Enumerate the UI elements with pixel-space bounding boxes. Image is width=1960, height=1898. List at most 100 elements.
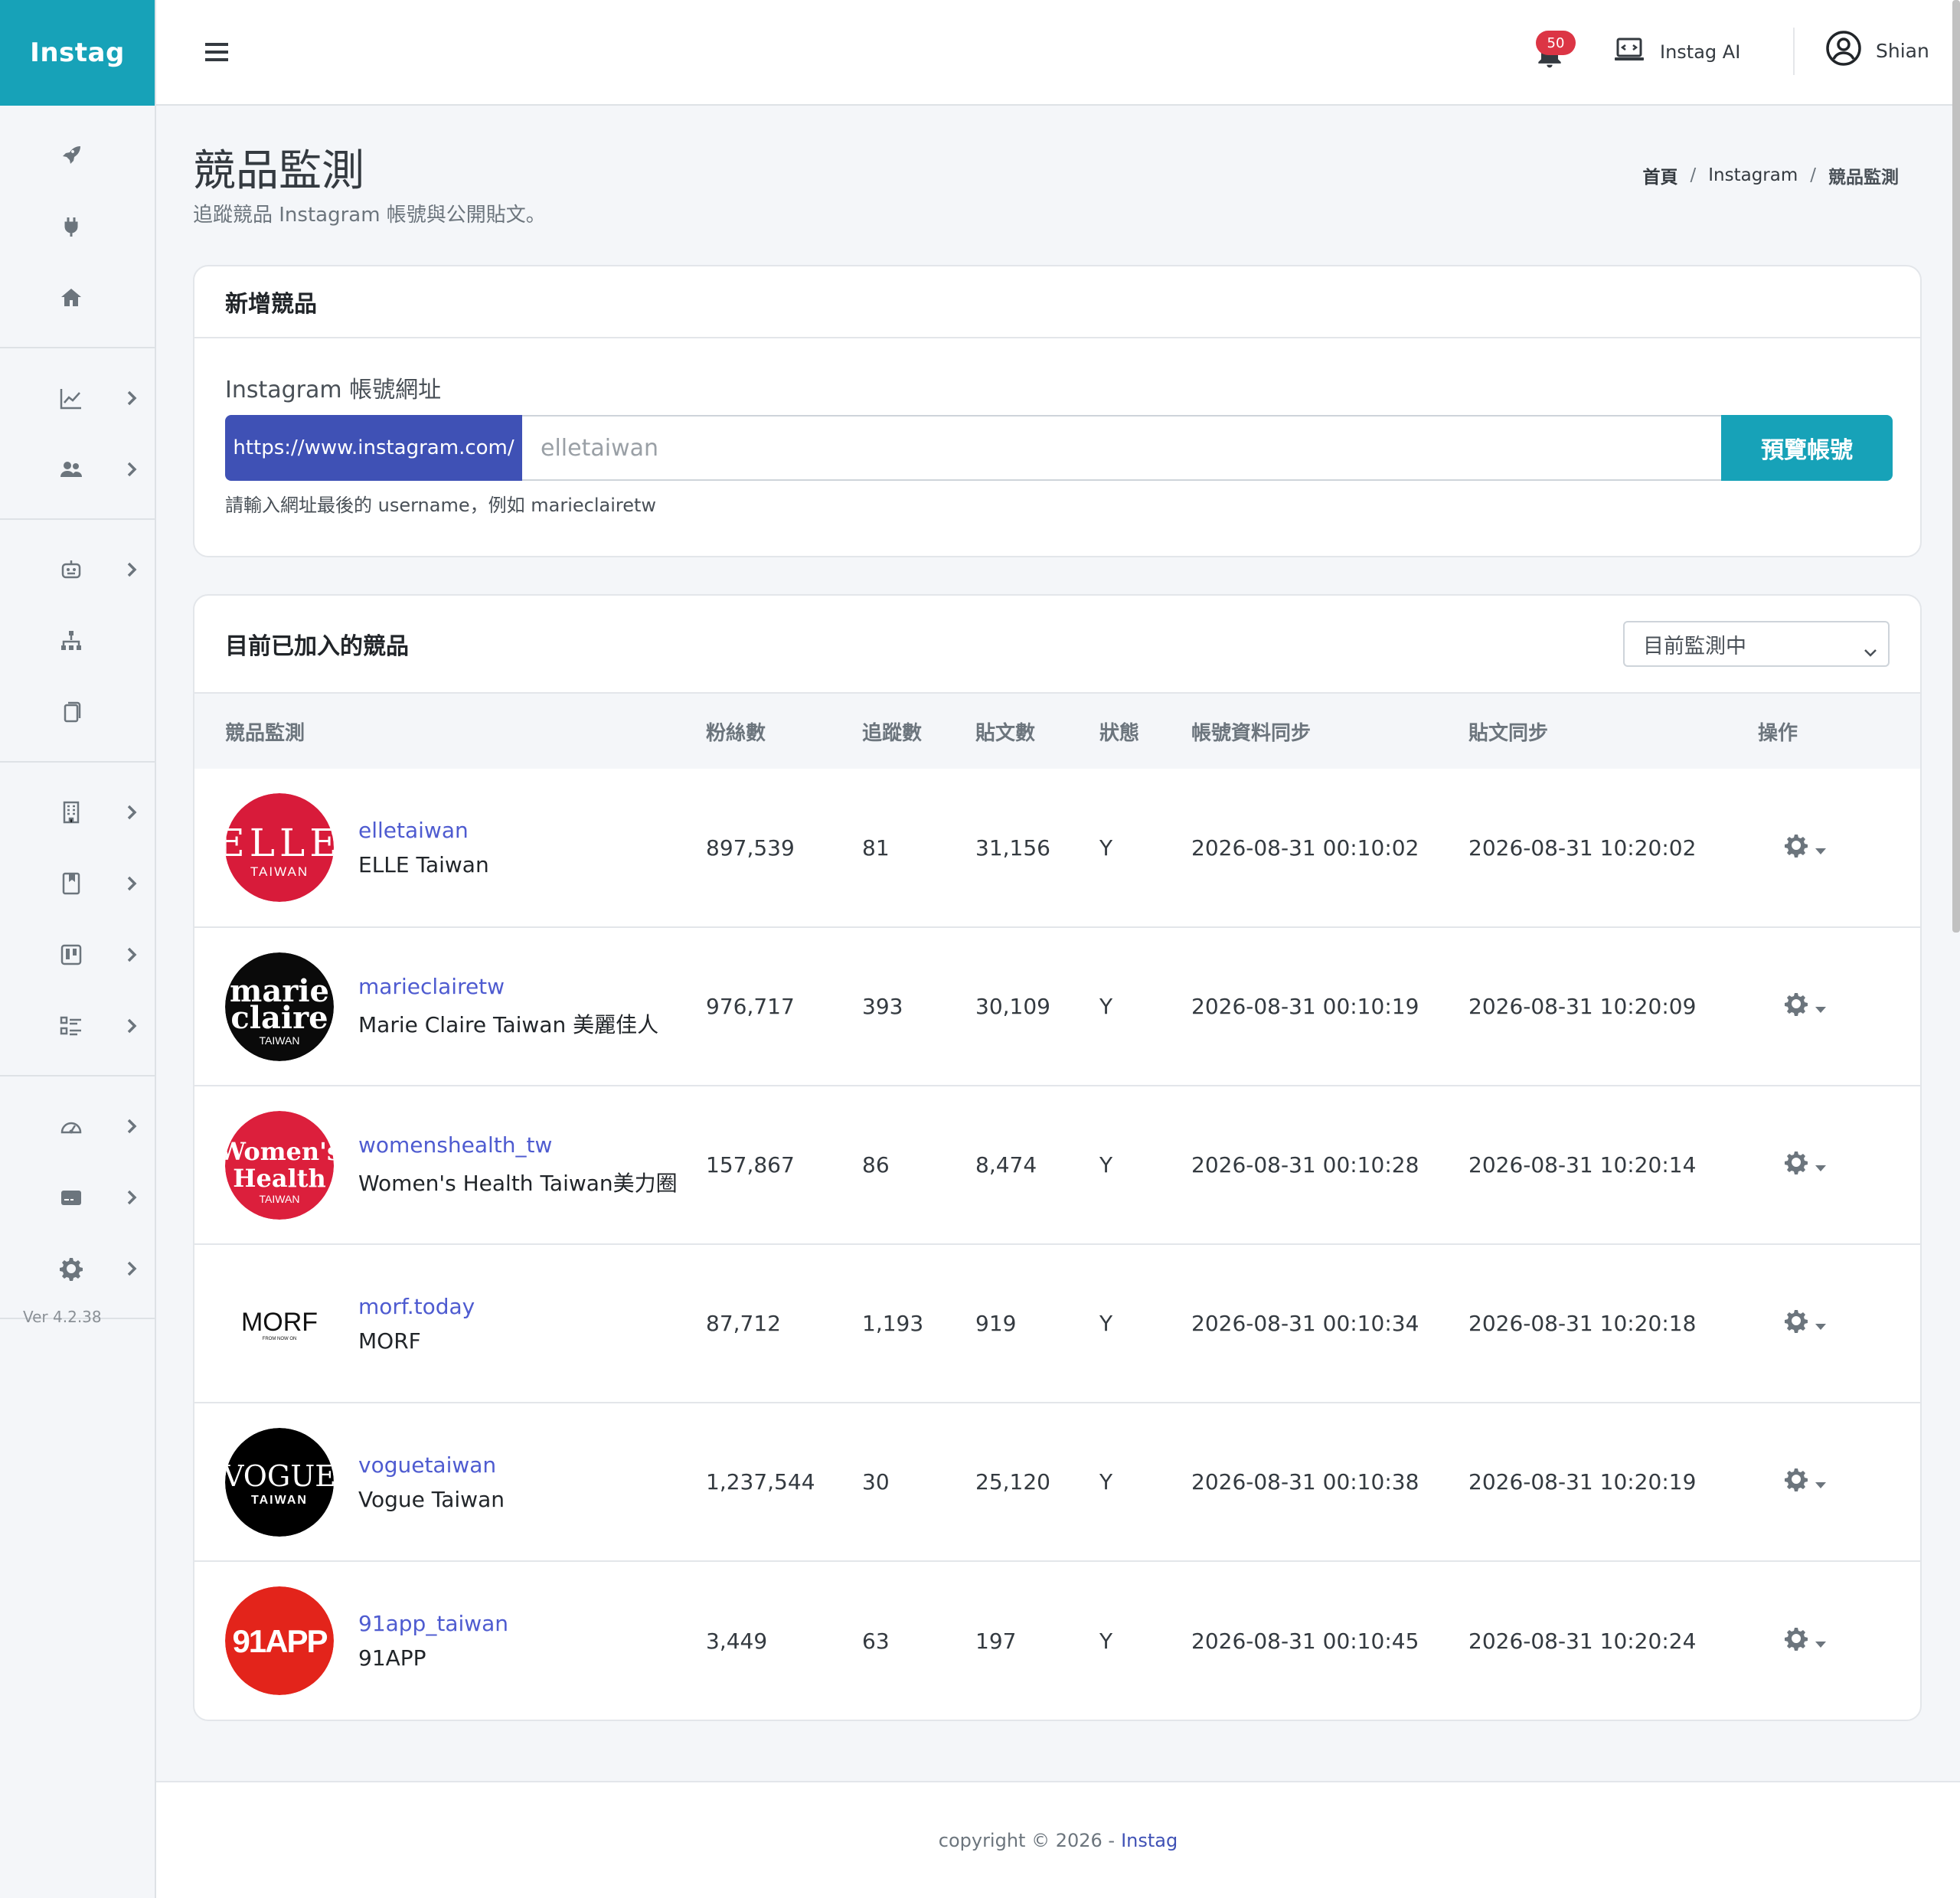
sidebar-item-gauge[interactable]: [0, 1090, 155, 1161]
caret-down-icon: [1815, 1311, 1827, 1336]
competitor-handle-link[interactable]: marieclairetw: [358, 974, 658, 999]
bookmark-book-icon: [58, 871, 84, 897]
sidebar-item-gear[interactable]: [0, 1233, 155, 1304]
board-icon: [58, 942, 84, 968]
sidebar-item-credit-card[interactable]: [0, 1161, 155, 1233]
robot-icon: [58, 557, 84, 583]
chevron-right-icon: [124, 1117, 139, 1135]
preview-account-button[interactable]: 預覽帳號: [1721, 415, 1893, 481]
status-filter-select[interactable]: 目前監測中: [1623, 621, 1890, 667]
posts-count: 197: [975, 1628, 1017, 1654]
laptop-code-icon: [1614, 38, 1645, 67]
sitemap-icon: [58, 628, 84, 654]
sidebar-item-robot[interactable]: [0, 534, 155, 605]
users-icon: [58, 456, 84, 482]
footer-instag-link[interactable]: Instag: [1121, 1830, 1178, 1851]
sidebar-item-plug[interactable]: [0, 191, 155, 262]
row-actions-dropdown[interactable]: [1784, 1626, 1827, 1656]
footer: copyright © 2026 - Instag: [156, 1781, 1960, 1898]
competitor-logo: marie claire TAIWAN: [225, 952, 334, 1061]
chevron-right-icon: [124, 389, 139, 407]
column-header: 操作: [1758, 721, 1798, 745]
gear-icon: [1784, 1150, 1808, 1180]
table-row: 91APP 91app_taiwan 91APP 3,449 63 197 Y 2026-08…: [194, 1561, 1920, 1720]
gear-icon: [1784, 1308, 1808, 1338]
profile-sync-time: 2026-08-31 00:10:34: [1191, 1311, 1419, 1336]
chevron-right-icon: [124, 560, 139, 579]
following-count: 30: [862, 1469, 890, 1495]
competitor-handle-link[interactable]: elletaiwan: [358, 818, 489, 843]
user-menu[interactable]: Shian: [1825, 29, 1929, 72]
actions-cell: [1747, 1086, 1920, 1244]
competitor-handle-link[interactable]: womenshealth_tw: [358, 1132, 678, 1158]
sidebar-item-board[interactable]: [0, 919, 155, 990]
breadcrumb-separator: /: [1690, 165, 1697, 185]
profile-sync-time: 2026-08-31 00:10:02: [1191, 835, 1419, 861]
following-count: 81: [862, 835, 890, 861]
column-header: 競品監測: [225, 721, 305, 745]
actions-cell: [1747, 1561, 1920, 1720]
row-actions-dropdown[interactable]: [1784, 1150, 1827, 1180]
instagram-url-input-group: https://www.instagram.com/ 預覽帳號: [225, 415, 1893, 481]
status-value: Y: [1099, 1311, 1113, 1336]
competitor-logo: ELLETAIWAN: [225, 793, 334, 902]
row-actions-dropdown[interactable]: [1784, 1308, 1827, 1338]
following-count: 1,193: [862, 1311, 924, 1336]
add-competitor-title: 新增競品: [225, 291, 317, 318]
page-title: 競品監測: [193, 146, 364, 196]
competitor-handle-link[interactable]: voguetaiwan: [358, 1452, 505, 1478]
competitor-logo: Women'sHealthTAIWAN: [225, 1110, 334, 1220]
fans-count: 1,237,544: [706, 1469, 815, 1495]
sidebar-item-bookmark-book[interactable]: [0, 848, 155, 919]
competitor-list-card: 目前已加入的競品 目前監測中 競品監測 粉絲數 追蹤數 貼文數 狀態 帳號資料同…: [193, 594, 1922, 1721]
sidebar-item-building[interactable]: [0, 776, 155, 848]
breadcrumb-home[interactable]: 首頁: [1642, 162, 1677, 188]
breadcrumb-instagram[interactable]: Instagram: [1708, 165, 1798, 185]
column-header: 粉絲數: [706, 721, 766, 745]
row-actions-dropdown[interactable]: [1784, 1467, 1827, 1497]
sidebar-item-sitemap[interactable]: [0, 605, 155, 676]
profile-sync-time: 2026-08-31 00:10:38: [1191, 1469, 1419, 1495]
sidebar-item-copy[interactable]: [0, 676, 155, 747]
row-actions-dropdown[interactable]: [1784, 833, 1827, 863]
sidebar-group: [0, 520, 155, 763]
sidebar-item-chart-line[interactable]: [0, 362, 155, 433]
actions-cell: [1747, 769, 1920, 927]
posts-count: 919: [975, 1311, 1017, 1336]
sidebar-item-home[interactable]: [0, 262, 155, 333]
row-actions-dropdown[interactable]: [1784, 991, 1827, 1021]
breadcrumb-separator: /: [1810, 165, 1816, 185]
notification-badge: 50: [1536, 31, 1576, 55]
brand-logo[interactable]: Instag: [0, 0, 155, 106]
instag-ai-link[interactable]: Instag AI: [1614, 34, 1740, 70]
post-sync-time: 2026-08-31 10:20:19: [1468, 1469, 1697, 1495]
table-row: Women'sHealthTAIWAN womenshealth_tw Women'…: [194, 1086, 1920, 1244]
status-filter-value: 目前監測中: [1643, 634, 1746, 658]
menu-toggle-icon[interactable]: [205, 41, 228, 63]
table-row: ELLETAIWAN elletaiwan ELLE Taiwan 897,539 81…: [194, 769, 1920, 927]
sidebar-group: [0, 106, 155, 348]
competitor-cell: VOGUE TAIWAN voguetaiwan Vogue Taiwan: [194, 1403, 706, 1561]
chevron-right-icon: [124, 874, 139, 893]
status-value: Y: [1099, 1152, 1113, 1178]
status-value: Y: [1099, 994, 1113, 1019]
chart-line-icon: [58, 385, 84, 411]
instagram-username-input[interactable]: [522, 415, 1721, 481]
competitor-handle-link[interactable]: morf.today: [358, 1294, 475, 1319]
sidebar-item-rocket[interactable]: [0, 119, 155, 191]
logo-text-mid: claire: [230, 1000, 328, 1036]
fans-count: 897,539: [706, 835, 795, 861]
status-value: Y: [1099, 835, 1113, 861]
profile-sync-time: 2026-08-31 00:10:19: [1191, 994, 1419, 1019]
caret-down-icon: [1815, 1628, 1827, 1654]
instag-ai-label: Instag AI: [1660, 41, 1741, 63]
caret-down-icon: [1815, 1152, 1827, 1178]
sidebar-group: [0, 348, 155, 520]
sidebar-item-checklist[interactable]: [0, 990, 155, 1061]
competitor-handle-link[interactable]: 91app_taiwan: [358, 1611, 508, 1636]
profile-sync-time: 2026-08-31 00:10:45: [1191, 1628, 1419, 1654]
post-sync-time: 2026-08-31 10:20:09: [1468, 994, 1697, 1019]
posts-count: 8,474: [975, 1152, 1037, 1178]
sidebar-item-users[interactable]: [0, 433, 155, 505]
scrollbar-thumb[interactable]: [1952, 0, 1960, 933]
